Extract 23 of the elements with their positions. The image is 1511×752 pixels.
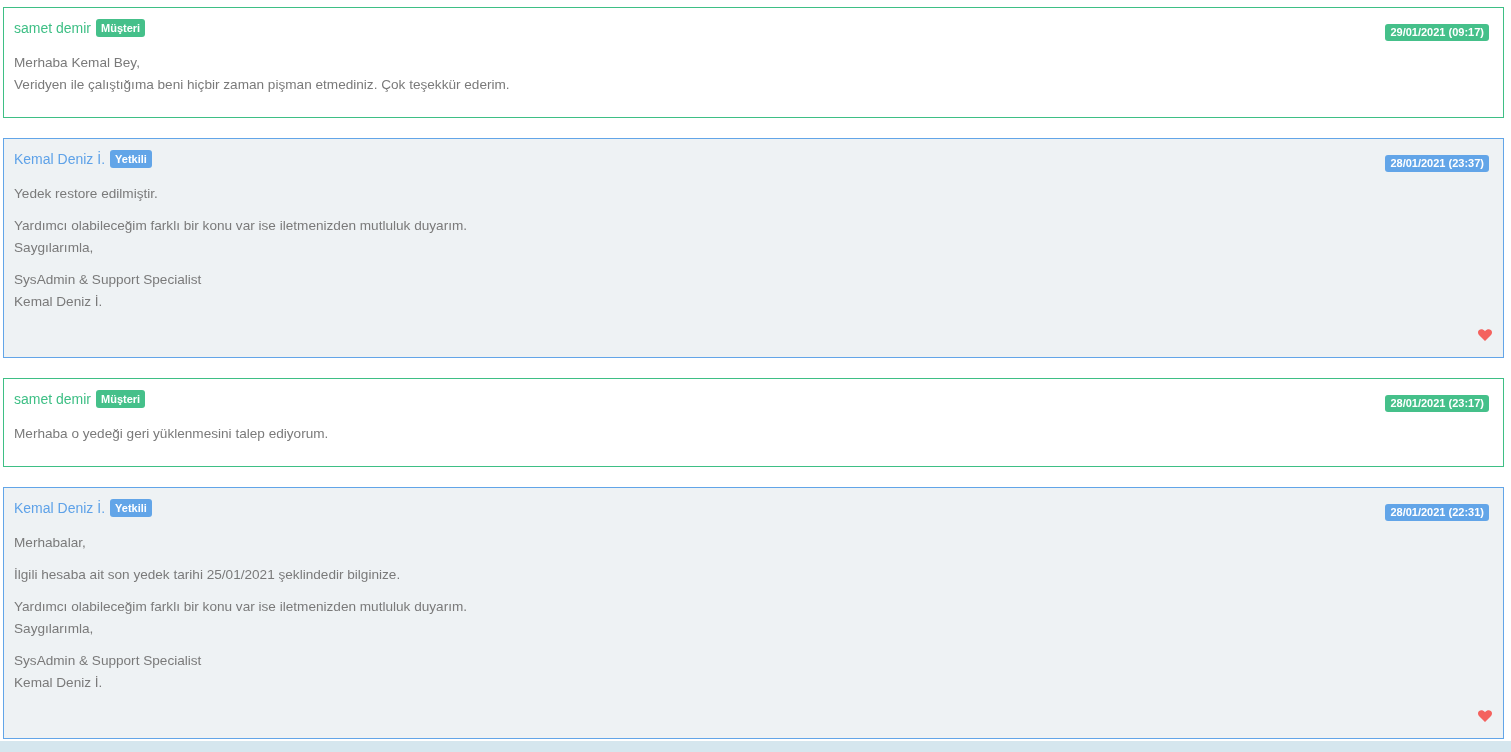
message-text: Merhaba o yedeği geri yüklenmesini talep ediyorum. [14, 425, 330, 443]
message-text: Yardımcı olabileceğim farklı bir konu var ise iletmenizden mutluluk duyarım. Saygılarımla, [14, 217, 469, 257]
message-text: İlgili hesaba ait son yedek tarihi 25/01/2021 şeklindedir bilginize. [14, 566, 402, 584]
author-name: samet demir [14, 18, 92, 37]
message-text: SysAdmin & Support Specialist Kemal Deniz İ. [14, 652, 203, 692]
message-text: Merhabalar, [14, 534, 87, 552]
message-date: 29/01/2021 (09:17) [1385, 24, 1489, 41]
heart-icon[interactable] [1478, 328, 1492, 341]
message-date: 28/01/2021 (23:17) [1385, 395, 1489, 412]
role-badge: Müşteri [96, 389, 146, 408]
message-date: 28/01/2021 (23:37) [1385, 155, 1489, 172]
message-text: SysAdmin & Support Specialist Kemal Deniz İ. [14, 271, 203, 311]
role-badge: Yetkili [110, 498, 152, 517]
message-text: Yardımcı olabileceğim farklı bir konu var ise iletmenizden mutluluk duyarım. Saygılarımla, [14, 598, 469, 638]
role-badge: Müşteri [96, 18, 146, 37]
message-text: Merhaba Kemal Bey, Veridyen ile çalıştığıma beni hiçbir zaman pişman etmediniz. Çok teşekkür ederim. [14, 54, 511, 94]
role-badge: Yetkili [110, 149, 152, 168]
author-name: Kemal Deniz İ. [14, 149, 106, 168]
heart-icon[interactable] [1478, 709, 1492, 722]
message-date: 28/01/2021 (22:31) [1385, 504, 1489, 521]
author-name: Kemal Deniz İ. [14, 498, 106, 517]
message-text: Yedek restore edilmiştir. [14, 185, 159, 203]
author-name: samet demir [14, 389, 92, 408]
